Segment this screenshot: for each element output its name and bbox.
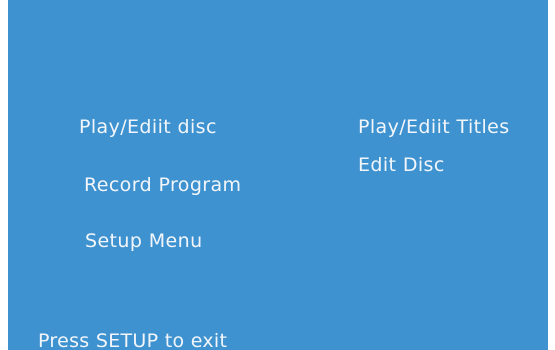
menu-item-play-edit-disc[interactable]: Play/Ediit disc bbox=[79, 116, 217, 138]
menu-item-record-program[interactable]: Record Program bbox=[84, 174, 241, 196]
exit-hint-text: Press SETUP to exit bbox=[38, 330, 228, 350]
menu-item-setup-menu[interactable]: Setup Menu bbox=[85, 230, 203, 252]
dvd-menu-screen: Play/Ediit disc Record Program Setup Men… bbox=[8, 0, 548, 350]
menu-item-play-edit-titles[interactable]: Play/Ediit Titles bbox=[358, 116, 510, 138]
menu-item-edit-disc[interactable]: Edit Disc bbox=[358, 154, 445, 176]
